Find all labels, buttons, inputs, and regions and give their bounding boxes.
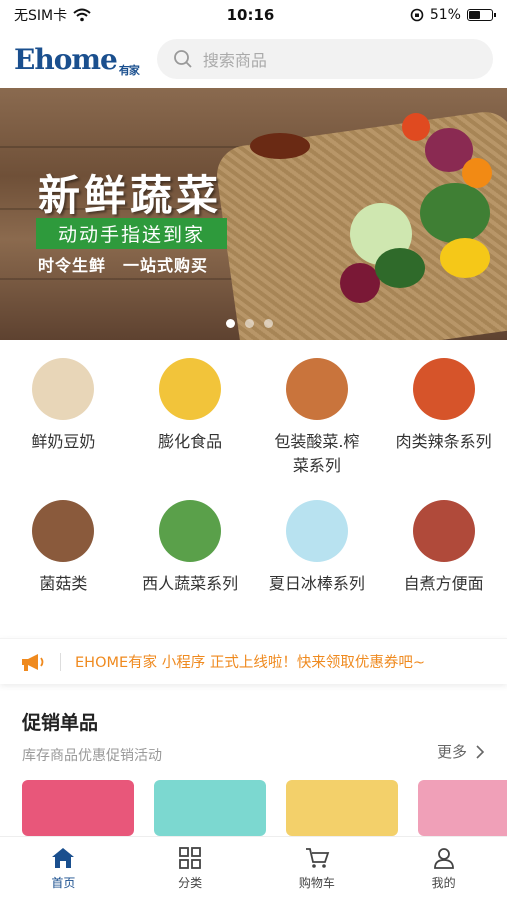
category-item[interactable]: 自煮方便面 (380, 500, 507, 628)
home-icon (52, 848, 75, 868)
logo-subtext: 有家 (118, 63, 140, 77)
promo-banner[interactable]: 新鲜蔬菜 动动手指送到家 时令生鲜 一站式购买 (0, 88, 507, 340)
orientation-lock-icon (410, 8, 424, 22)
grid-icon (179, 847, 202, 869)
category-item[interactable]: 肉类辣条系列 (380, 358, 507, 486)
wifi-icon (73, 8, 91, 22)
category-label: 夏日冰棒系列 (268, 574, 365, 593)
category-label: 西人蔬菜系列 (142, 574, 239, 593)
pepper-image (440, 238, 490, 278)
clock: 10:16 (226, 6, 275, 24)
carousel-dot[interactable] (226, 319, 235, 328)
bottom-tab-bar: 首页 分类 购物车 我的 (0, 836, 507, 900)
category-label: 自煮方便面 (403, 574, 484, 593)
search-placeholder: 搜索商品 (202, 51, 267, 70)
product-card[interactable] (154, 780, 266, 836)
category-label: 菌菇类 (39, 574, 88, 593)
category-image (32, 500, 95, 562)
category-image (159, 358, 222, 420)
section-title: 促销单品 (22, 712, 99, 734)
carousel-dot[interactable] (245, 319, 254, 328)
category-item[interactable]: 包装酸菜.榨菜系列 (254, 358, 381, 486)
user-icon (433, 848, 454, 869)
product-card[interactable] (418, 780, 507, 836)
product-card[interactable] (22, 780, 134, 836)
section-subtitle: 库存商品优惠促销活动 (22, 748, 162, 764)
carousel-dot[interactable] (264, 319, 273, 328)
tomato-image (402, 113, 430, 141)
category-label: 鲜奶豆奶 (31, 432, 96, 451)
divider (60, 652, 61, 671)
category-label: 包装酸菜.榨菜系列 (274, 432, 360, 475)
category-image (412, 500, 475, 562)
battery-icon (466, 9, 496, 21)
banner-title: 新鲜蔬菜 (38, 171, 223, 220)
category-item[interactable]: 鲜奶豆奶 (0, 358, 127, 486)
promo-section-header: 促销单品 库存商品优惠促销活动 更多 (0, 684, 507, 765)
more-link[interactable]: 更多 (437, 738, 485, 765)
cart-icon (305, 848, 330, 868)
logo[interactable]: Ehome 有家 (14, 42, 140, 77)
product-card[interactable] (286, 780, 398, 836)
announcement-bar[interactable]: EHOME有家 小程序 正式上线啦！快来领取优惠券吧~ (0, 638, 507, 684)
tab-category[interactable]: 分类 (127, 837, 254, 900)
category-label: 肉类辣条系列 (395, 432, 492, 451)
announcement-text: EHOME有家 小程序 正式上线啦！快来领取优惠券吧~ (75, 655, 426, 671)
category-image (412, 358, 475, 420)
banner-subtitle: 动动手指送到家 (36, 218, 228, 249)
category-image (285, 358, 348, 420)
category-item[interactable]: 膨化食品 (127, 358, 254, 486)
logo-text: Ehome (14, 42, 118, 76)
tab-label: 购物车 (298, 876, 335, 890)
top-bar: Ehome 有家 搜索商品 (0, 30, 507, 88)
product-strip (0, 780, 507, 836)
search-icon (173, 50, 192, 68)
spoon-spice-image (250, 133, 310, 159)
chevron-right-icon (476, 744, 485, 759)
category-label: 膨化食品 (158, 432, 223, 451)
broccoli-image (420, 183, 490, 243)
tab-home[interactable]: 首页 (0, 837, 127, 900)
megaphone-icon (22, 653, 44, 671)
search-input[interactable]: 搜索商品 (156, 39, 493, 79)
battery-percent: 51% (429, 7, 461, 23)
category-item[interactable]: 夏日冰棒系列 (254, 500, 381, 628)
category-image (32, 358, 95, 420)
banner-tagline: 时令生鲜 一站式购买 (38, 256, 209, 275)
carousel-indicator[interactable] (226, 319, 273, 328)
category-item[interactable]: 西人蔬菜系列 (127, 500, 254, 628)
carrier-label: 无SIM卡 (14, 8, 68, 24)
category-image (285, 500, 348, 562)
more-label: 更多 (436, 743, 467, 761)
beet-image (340, 263, 380, 303)
tab-profile[interactable]: 我的 (380, 837, 507, 900)
tab-label: 分类 (178, 876, 203, 890)
tab-cart[interactable]: 购物车 (254, 837, 381, 900)
tab-label: 首页 (51, 876, 76, 890)
orange-image (462, 158, 492, 188)
status-bar: 无SIM卡 10:16 51% (0, 0, 507, 30)
tab-label: 我的 (431, 876, 456, 890)
cucumber-image (375, 248, 425, 288)
category-image (159, 500, 222, 562)
category-item[interactable]: 菌菇类 (0, 500, 127, 628)
category-grid: 鲜奶豆奶 膨化食品 包装酸菜.榨菜系列 肉类辣条系列 菌菇类 西人蔬菜系列 夏日… (0, 340, 507, 628)
